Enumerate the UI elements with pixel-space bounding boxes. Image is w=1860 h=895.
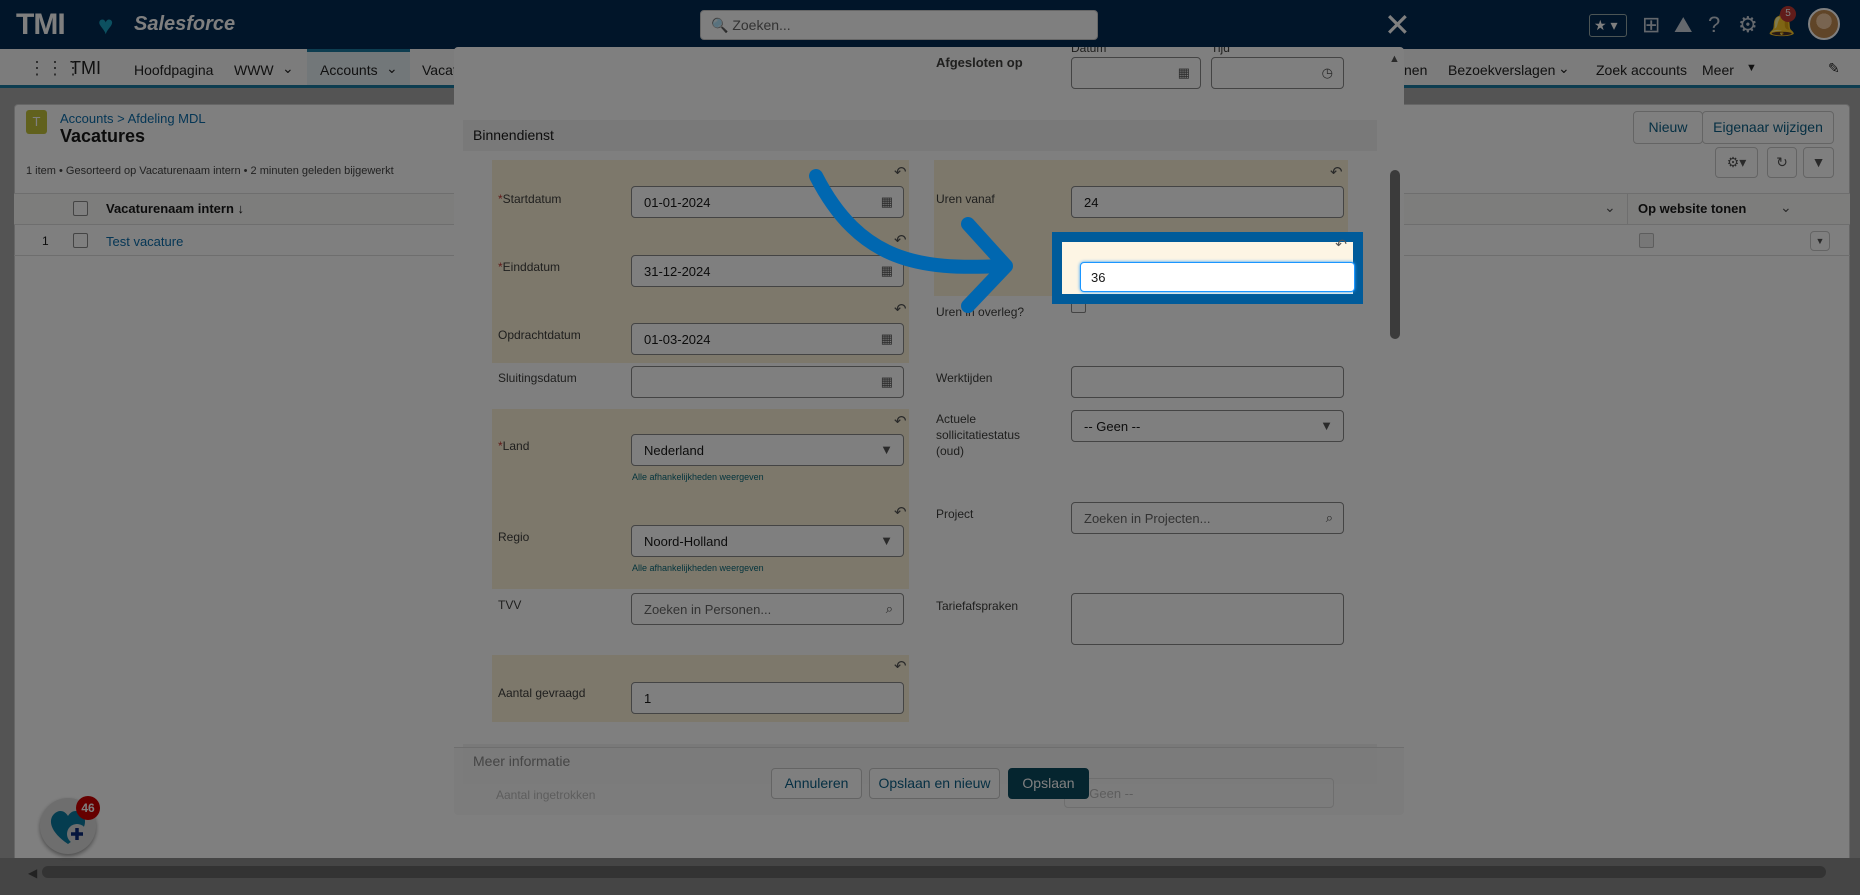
tutorial-dim-overlay <box>0 0 1860 895</box>
undo-icon[interactable]: ↶ <box>1335 236 1347 253</box>
uren-tot-input[interactable]: 36 <box>1080 262 1355 292</box>
highlight-box: ↶ 36 <box>1052 232 1363 304</box>
